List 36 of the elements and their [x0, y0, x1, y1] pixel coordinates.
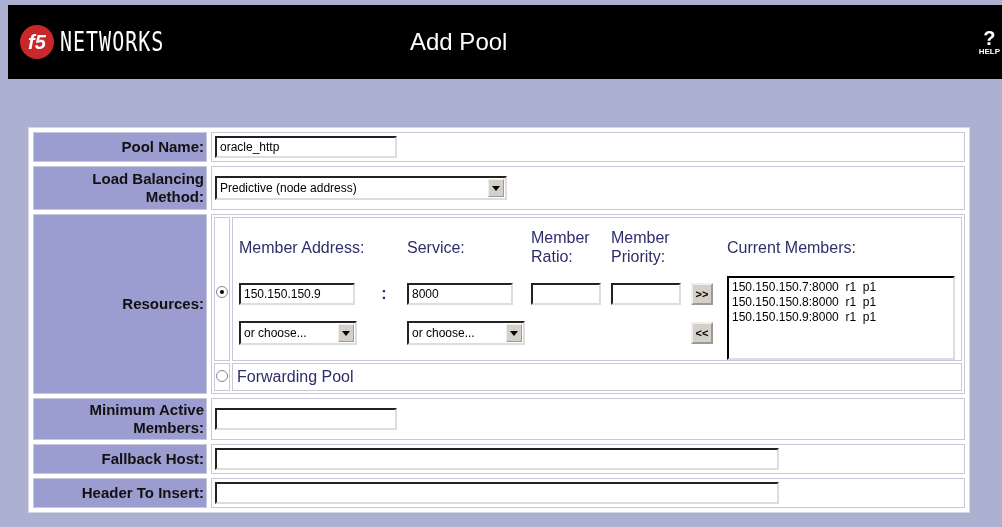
radio-button[interactable] [216, 370, 228, 382]
text-field[interactable] [215, 448, 779, 470]
address-field[interactable]: 150.150.150.9 [239, 283, 355, 305]
field-label: Resources: [122, 295, 204, 312]
column-label: Member Ratio: [531, 228, 591, 266]
field-label: Pool Name: [121, 138, 204, 155]
column-label: Current Members: [727, 237, 856, 257]
add-button[interactable]: >> [691, 283, 713, 305]
list-item[interactable]: 150.150.150.9:8000 r1 p1 [732, 310, 950, 325]
list-item[interactable]: 150.150.150.8:8000 r1 p1 [732, 295, 950, 310]
priority-field[interactable] [611, 283, 681, 305]
dropdown[interactable]: or choose... [407, 321, 525, 345]
field-label: Fallback Host: [101, 450, 204, 467]
radio-button[interactable] [216, 286, 228, 298]
text-field[interactable] [215, 408, 397, 430]
logo-text: NETWORKS [60, 26, 165, 58]
column-label: Member Address: [239, 237, 365, 257]
remove-button[interactable]: << [691, 322, 713, 344]
dropdown[interactable]: or choose... [239, 321, 357, 345]
field-label: Header To Insert: [81, 484, 204, 501]
text-field[interactable]: oracle_http [215, 136, 397, 158]
page-title: Add Pool [410, 28, 509, 56]
field-label: Minimum Active Members: [89, 401, 204, 436]
members-list[interactable]: 150.150.150.7:8000 r1 p1 150.150.150.8:8000 r1 p1 150.150.150.9:8000 r1 p1 [727, 276, 955, 360]
field-label: Load Balancing Method: [92, 170, 204, 205]
option-label: Forwarding Pool [236, 367, 355, 387]
ratio-field[interactable] [531, 283, 601, 305]
list-item[interactable]: 150.150.150.7:8000 r1 p1 [732, 280, 950, 295]
separator-colon: : [381, 285, 387, 302]
help-button[interactable]: ? HELP [978, 28, 1000, 56]
service-field[interactable]: 8000 [407, 283, 513, 305]
text-field[interactable] [215, 482, 779, 504]
dropdown[interactable]: Predictive (node address) [215, 176, 507, 200]
logo-mark: f5 [20, 25, 54, 59]
column-label: Member Priority: [611, 228, 671, 266]
column-label: Service: [407, 237, 465, 257]
